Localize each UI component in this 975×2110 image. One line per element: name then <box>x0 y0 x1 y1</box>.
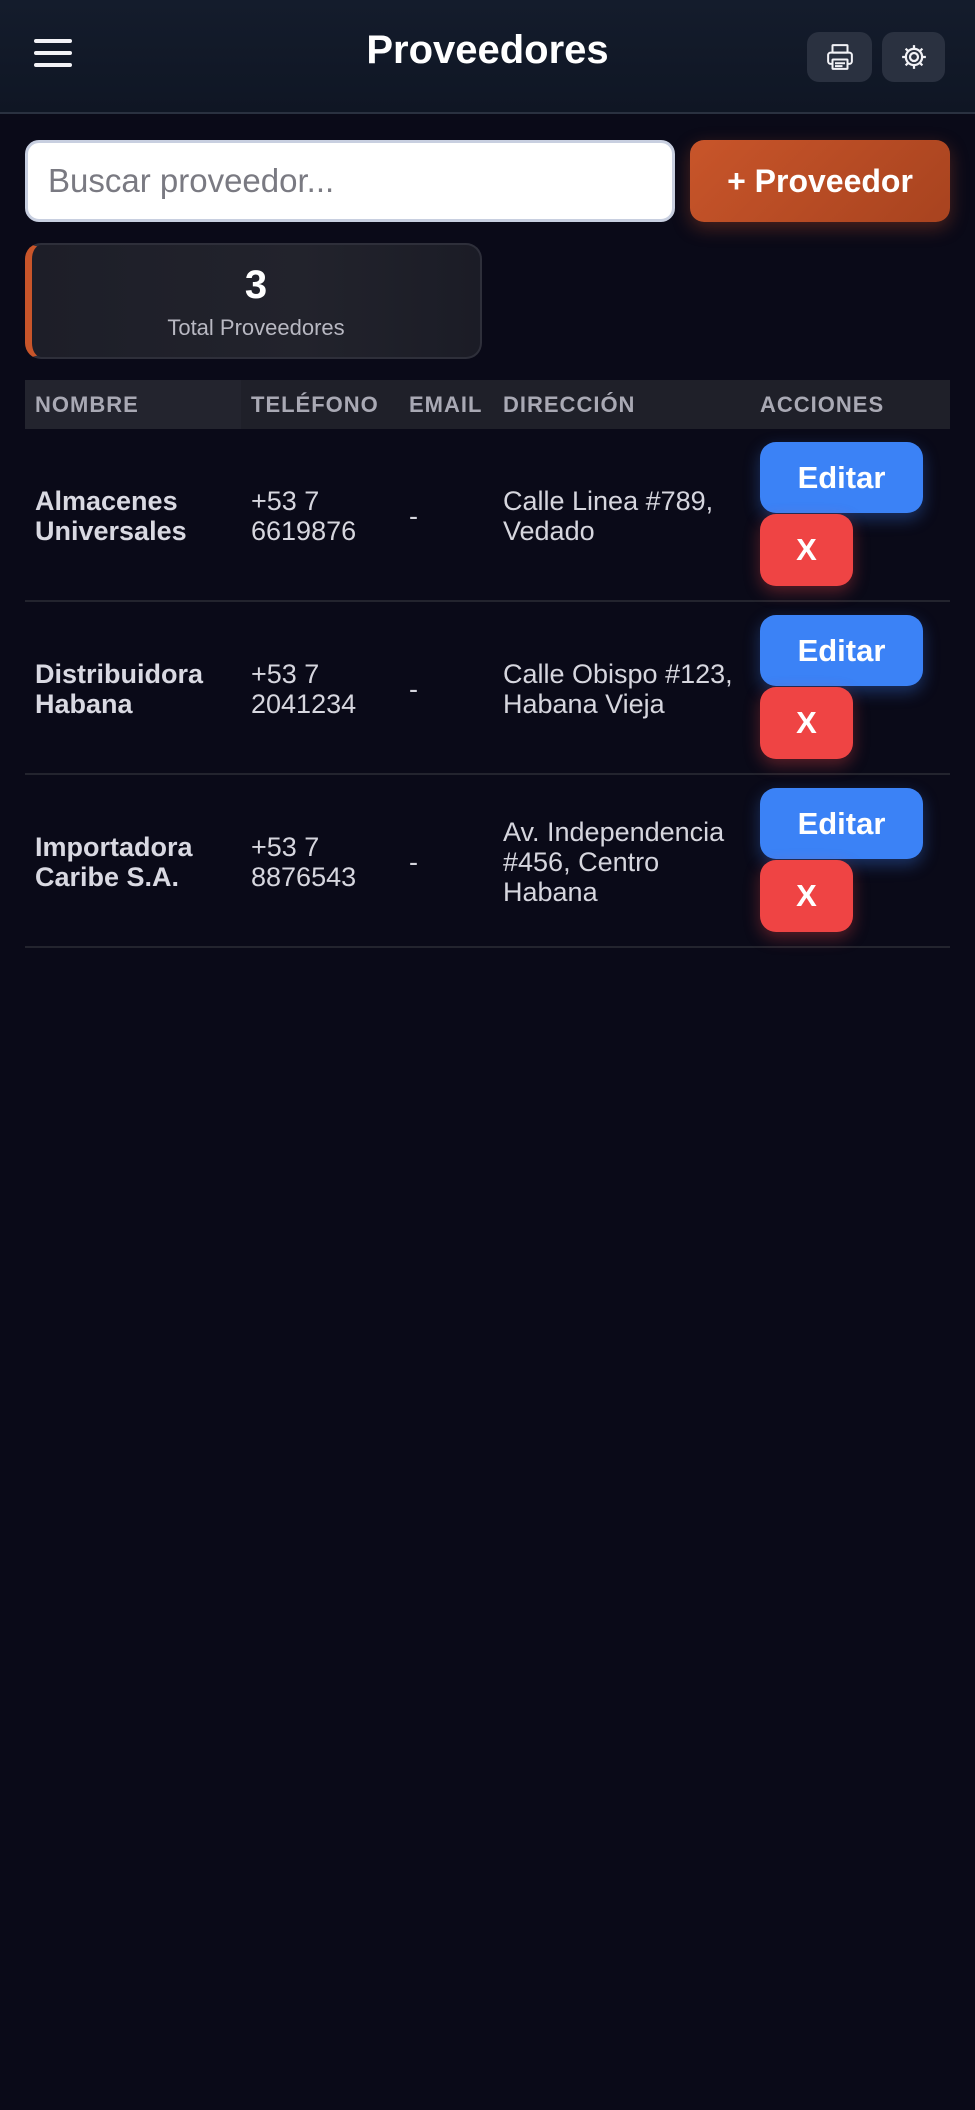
column-header-acciones: ACCIONES <box>760 391 885 417</box>
provider-address: Calle Obispo #123, Habana Vieja <box>503 658 733 719</box>
edit-button[interactable]: Editar <box>760 615 923 686</box>
provider-name: Distribuidora Habana <box>35 658 204 719</box>
edit-button[interactable]: Editar <box>760 442 923 513</box>
table-row: Almacenes Universales +53 7 6619876 - Call… <box>25 429 950 602</box>
column-header-nombre: NOMBRE <box>25 380 241 429</box>
provider-name: Almacenes Universales <box>35 485 187 546</box>
provider-name: Importadora Caribe S.A. <box>35 831 193 892</box>
total-providers-label: Total Proveedores <box>167 315 345 340</box>
delete-button[interactable]: X <box>760 687 853 759</box>
print-button[interactable] <box>807 32 872 82</box>
provider-email: - <box>409 846 418 877</box>
delete-button[interactable]: X <box>760 514 853 586</box>
provider-address: Calle Linea #789, Vedado <box>503 485 714 546</box>
providers-table: NOMBRE TELÉFONO EMAIL DIRECCIÓN ACCIONES… <box>25 380 950 948</box>
column-header-telefono: TELÉFONO <box>251 391 379 417</box>
column-header-direccion: DIRECCIÓN <box>503 391 636 417</box>
total-providers-card: 3 Total Proveedores <box>25 243 482 359</box>
table-row: Distribuidora Habana +53 7 2041234 - Calle… <box>25 602 950 775</box>
table-header: NOMBRE TELÉFONO EMAIL DIRECCIÓN ACCIONES <box>25 380 950 429</box>
gear-icon <box>901 45 926 69</box>
edit-button[interactable]: Editar <box>760 788 923 859</box>
search-input[interactable] <box>25 140 675 222</box>
provider-phone: +53 7 8876543 <box>251 831 357 892</box>
column-header-email: EMAIL <box>409 391 483 417</box>
table-row: Importadora Caribe S.A. +53 7 8876543 - Av… <box>25 775 950 948</box>
settings-button[interactable] <box>882 32 945 82</box>
provider-email: - <box>409 500 418 531</box>
add-provider-button[interactable]: + Proveedor <box>690 140 950 222</box>
provider-phone: +53 7 2041234 <box>251 658 357 719</box>
printer-icon <box>826 44 853 70</box>
delete-button[interactable]: X <box>760 860 853 932</box>
app-header: Proveedores <box>0 0 975 114</box>
provider-email: - <box>409 673 418 704</box>
provider-phone: +53 7 6619876 <box>251 485 357 546</box>
total-providers-value: 3 <box>244 263 268 307</box>
provider-address: Av. Independencia #456, Centro Habana <box>503 816 725 907</box>
